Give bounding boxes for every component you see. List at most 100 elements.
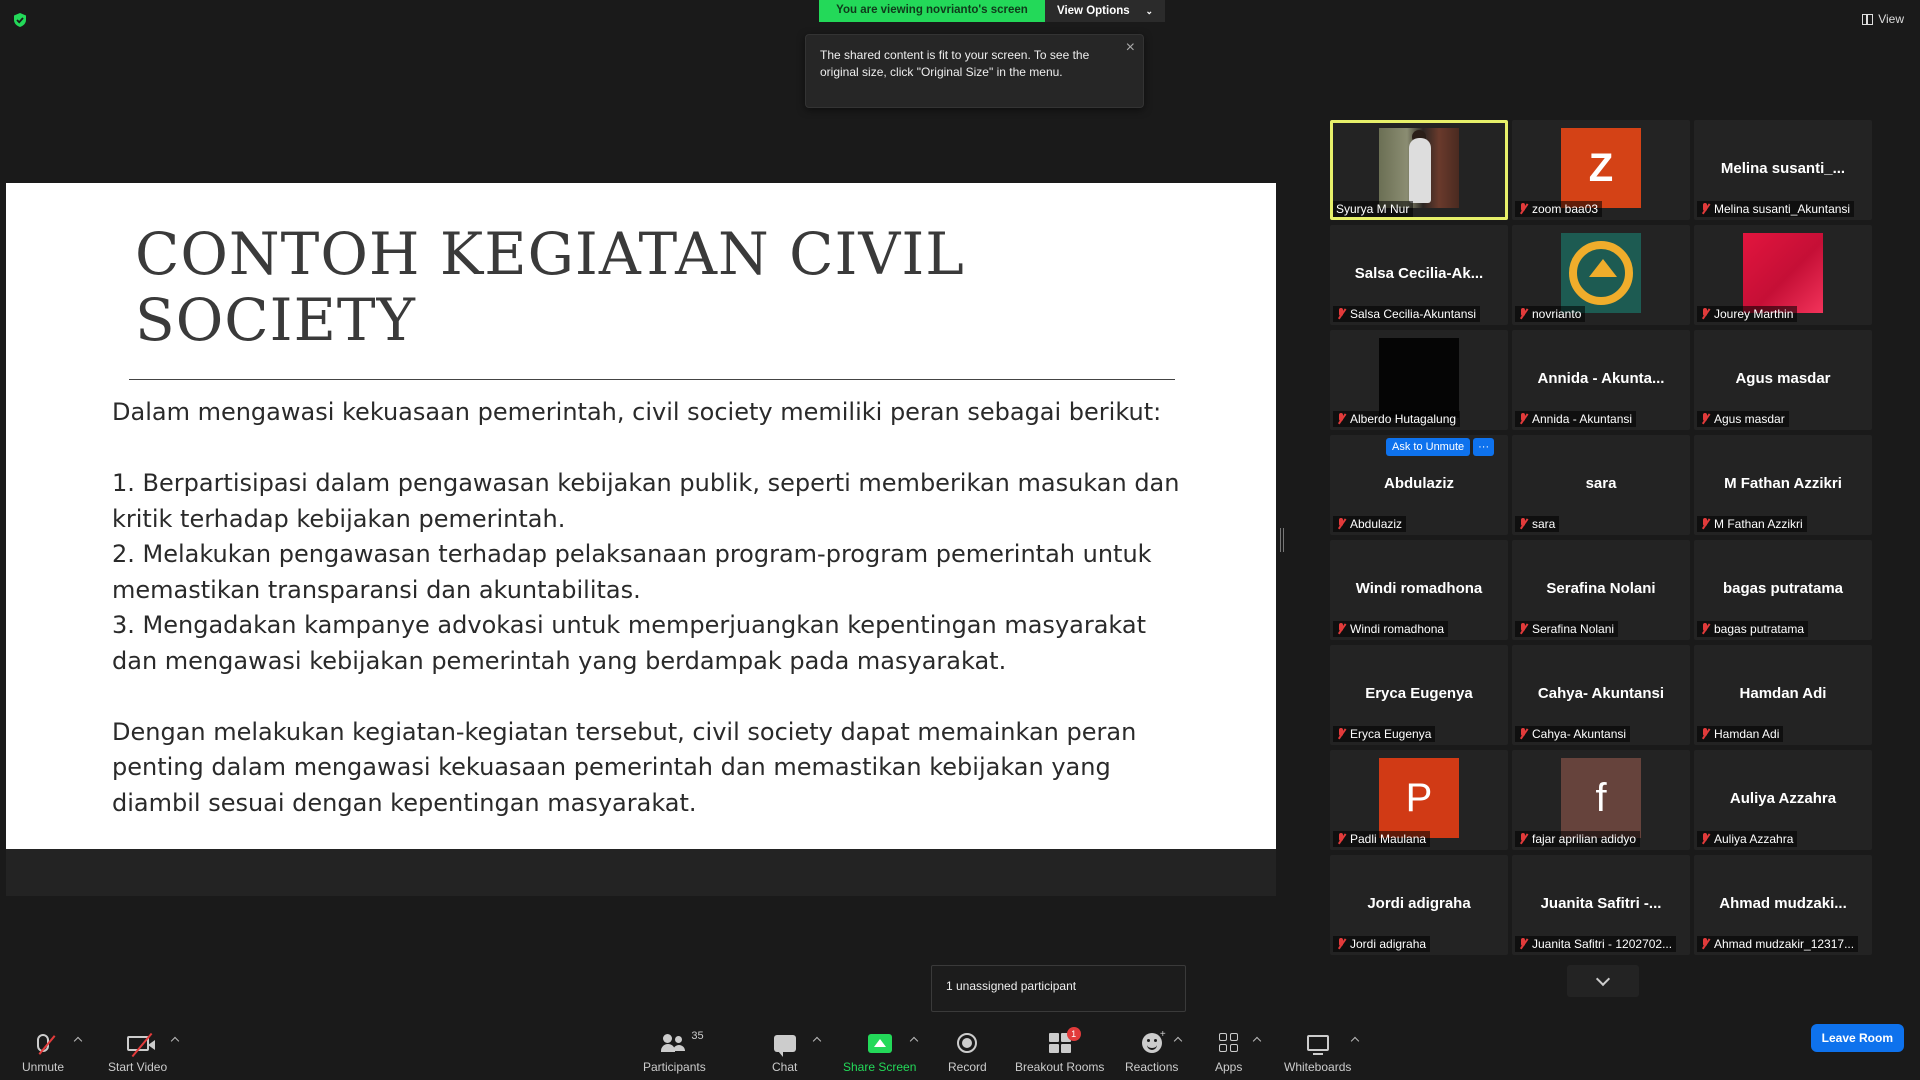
participant-avatar-image	[1379, 338, 1459, 418]
grid-view-icon	[1862, 13, 1874, 25]
unassigned-participant-notice[interactable]: 1 unassigned participant	[931, 965, 1186, 1012]
apps-button[interactable]: Apps	[1215, 1030, 1242, 1074]
record-button[interactable]: Record	[948, 1030, 987, 1074]
participant-tile[interactable]: novrianto	[1512, 225, 1690, 325]
share-banner: You are viewing novrianto's screen View …	[819, 0, 1165, 22]
chat-button[interactable]: Chat	[772, 1030, 797, 1074]
microphone-muted-icon	[1700, 308, 1710, 320]
close-icon[interactable]: ×	[1126, 39, 1135, 56]
slide-point-2: 2. Melakukan pengawasan terhadap pelaksa…	[112, 540, 1152, 604]
participants-button[interactable]: 35 Participants	[643, 1030, 706, 1074]
participant-name-label: Melina susanti_Akuntansi	[1697, 201, 1855, 217]
slide-point-1: 1. Berpartisipasi dalam pengawasan kebij…	[112, 469, 1180, 533]
participant-tile[interactable]: Salsa Cecilia-Ak... Salsa Cecilia-Akuntan…	[1330, 225, 1508, 325]
participants-icon	[661, 1034, 687, 1052]
chat-options-caret[interactable]	[812, 1036, 822, 1046]
participant-tile[interactable]: Serafina Nolani Serafina Nolani	[1512, 540, 1690, 640]
participant-tile[interactable]: Eryca Eugenya Eryca Eugenya	[1330, 645, 1508, 745]
participant-name: Abdulaziz	[1350, 517, 1403, 531]
ask-to-unmute-button[interactable]: Ask to Unmute	[1386, 438, 1471, 456]
microphone-muted-icon	[1518, 833, 1528, 845]
record-label: Record	[948, 1060, 987, 1074]
share-screen-button[interactable]: Share Screen	[843, 1030, 916, 1074]
participant-name: Eryca Eugenya	[1350, 727, 1432, 741]
participant-tile[interactable]: Jourey Marthin	[1694, 225, 1872, 325]
apps-options-caret[interactable]	[1252, 1036, 1262, 1046]
record-icon	[957, 1033, 978, 1053]
participant-avatar-initial: f	[1561, 758, 1641, 838]
participant-name: Padli Maulana	[1350, 832, 1427, 846]
participant-name: Juanita Safitri - 1202702...	[1532, 937, 1673, 951]
whiteboard-icon	[1306, 1035, 1329, 1055]
participant-name: Melina susanti_Akuntansi	[1714, 202, 1851, 216]
breakout-rooms-button[interactable]: 1 Breakout Rooms	[1015, 1027, 1104, 1074]
microphone-muted-icon	[1700, 833, 1710, 845]
chevron-down-icon: ⌄	[1145, 5, 1153, 16]
unmute-label: Unmute	[22, 1060, 65, 1074]
whiteboards-options-caret[interactable]	[1350, 1036, 1360, 1046]
participant-name: Salsa Cecilia-Akuntansi	[1350, 307, 1477, 321]
participant-tile[interactable]: Auliya Azzahra Auliya Azzahra	[1694, 750, 1872, 850]
participant-name: Cahya- Akuntansi	[1532, 727, 1627, 741]
video-options-caret[interactable]	[170, 1036, 180, 1046]
whiteboards-button[interactable]: Whiteboards	[1284, 1030, 1351, 1074]
participant-name: fajar aprilian adidyo	[1532, 832, 1637, 846]
unmute-button[interactable]: Unmute	[22, 1030, 64, 1074]
participant-name: Agus masdar	[1714, 412, 1785, 426]
participant-display-name: Hamdan Adi	[1739, 685, 1827, 702]
participant-tile[interactable]: Hamdan Adi Hamdan Adi	[1694, 645, 1872, 745]
view-layout-button[interactable]: View	[1862, 12, 1904, 26]
participant-name-label: Syurya M Nur	[1333, 201, 1414, 217]
participant-display-name: Juanita Safitri -...	[1540, 895, 1662, 912]
reactions-icon: +	[1141, 1029, 1166, 1053]
participant-name-label: Salsa Cecilia-Akuntansi	[1333, 306, 1481, 322]
participant-tile[interactable]: P Padli Maulana	[1330, 750, 1508, 850]
participant-display-name: Jordi adigraha	[1367, 895, 1471, 912]
microphone-muted-icon	[1518, 728, 1528, 740]
microphone-muted-icon	[1700, 413, 1710, 425]
participant-avatar-initial: Z	[1561, 128, 1641, 208]
participant-tile[interactable]: M Fathan Azzikri M Fathan Azzikri	[1694, 435, 1872, 535]
participant-tile[interactable]: sara sara	[1512, 435, 1690, 535]
participant-tile[interactable]: bagas putratama bagas putratama	[1694, 540, 1872, 640]
participant-tile[interactable]: Jordi adigraha Jordi adigraha	[1330, 855, 1508, 955]
start-video-button[interactable]: Start Video	[108, 1030, 167, 1074]
leave-room-button[interactable]: Leave Room	[1810, 1024, 1904, 1052]
participant-tile[interactable]: Ahmad mudzaki... Ahmad mudzakir_12317...	[1694, 855, 1872, 955]
security-shield-icon[interactable]	[12, 12, 28, 28]
participant-name-label: Padli Maulana	[1333, 831, 1431, 847]
participant-avatar-image	[1743, 233, 1823, 313]
participant-name: Windi romadhona	[1350, 622, 1445, 636]
participant-tile[interactable]: Melina susanti_... Melina susanti_Akuntan…	[1694, 120, 1872, 220]
participant-tile[interactable]: f fajar aprilian adidyo	[1512, 750, 1690, 850]
participant-tile[interactable]: Syurya M Nur	[1330, 120, 1508, 220]
audio-options-caret[interactable]	[73, 1036, 83, 1046]
participant-display-name: Cahya- Akuntansi	[1537, 685, 1665, 702]
participant-tile[interactable]: Agus masdar Agus masdar	[1694, 330, 1872, 430]
participant-tile[interactable]: Alberdo Hutagalung	[1330, 330, 1508, 430]
participant-tile[interactable]: Cahya- Akuntansi Cahya- Akuntansi	[1512, 645, 1690, 745]
slide-body: Dalam mengawasi kekuasaan pemerintah, ci…	[112, 395, 1192, 821]
participant-display-name: Eryca Eugenya	[1365, 685, 1473, 702]
microphone-muted-icon	[1336, 308, 1346, 320]
participant-tile[interactable]: Windi romadhona Windi romadhona	[1330, 540, 1508, 640]
more-options-button[interactable]: ···	[1473, 438, 1495, 456]
view-options-button[interactable]: View Options ⌄	[1045, 0, 1165, 22]
gallery-next-page-button[interactable]	[1567, 965, 1639, 997]
participant-display-name: M Fathan Azzikri	[1724, 475, 1842, 492]
microphone-muted-icon	[1518, 938, 1528, 950]
participant-tile[interactable]: Annida - Akunta... Annida - Akuntansi	[1512, 330, 1690, 430]
panel-resize-handle[interactable]	[1280, 528, 1284, 552]
participant-display-name: bagas putratama	[1722, 580, 1844, 597]
slide-title-line2: SOCIETY	[135, 286, 416, 354]
participant-tile[interactable]: Juanita Safitri -... Juanita Safitri - 12…	[1512, 855, 1690, 955]
reactions-button[interactable]: + Reactions	[1125, 1029, 1178, 1074]
participant-name: Syurya M Nur	[1336, 202, 1410, 216]
whiteboards-label: Whiteboards	[1284, 1060, 1352, 1074]
view-options-label: View Options	[1057, 5, 1130, 17]
microphone-muted-icon	[1518, 623, 1528, 635]
participant-display-name: Windi romadhona	[1355, 580, 1483, 597]
participant-tile[interactable]: Zzoom baa03	[1512, 120, 1690, 220]
participant-tile[interactable]: Abdulaziz Ask to Unmute ··· Abdulaziz	[1330, 435, 1508, 535]
participant-name-label: zoom baa03	[1515, 201, 1603, 217]
